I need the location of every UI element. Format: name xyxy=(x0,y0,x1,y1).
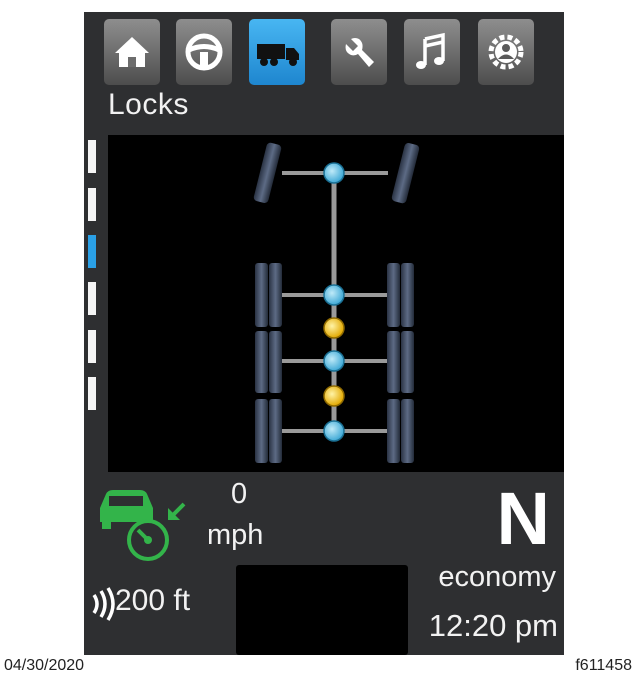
steer-lock-indicator xyxy=(323,162,345,184)
steering-wheel-icon xyxy=(176,19,232,85)
page-indicator-5 xyxy=(88,330,96,363)
driver-profile-gear-icon xyxy=(478,19,534,85)
distance-sensor-icon xyxy=(92,587,115,621)
clock: 12:20 pm xyxy=(428,608,558,643)
inter-axle-1-lock-indicator xyxy=(323,317,345,339)
front-right-tire xyxy=(391,143,420,204)
speed-unit: mph xyxy=(207,519,264,551)
page-indicator-4 xyxy=(88,282,96,315)
music-note-icon xyxy=(404,19,460,85)
inter-axle-2-lock-indicator xyxy=(323,385,345,407)
axle-2-lock-indicator xyxy=(323,350,345,372)
truck-icon xyxy=(249,19,305,85)
front-left-tire xyxy=(253,142,282,203)
page-indicator-3 xyxy=(88,235,96,268)
axle-3-lock-indicator xyxy=(323,420,345,442)
page-indicator-1 xyxy=(88,140,96,173)
footer-date: 04/30/2020 xyxy=(4,657,85,674)
following-distance: 200 ft xyxy=(115,584,191,617)
figure-id: f611458 xyxy=(575,657,632,674)
tab-media[interactable] xyxy=(404,19,460,85)
page-indicator-6 xyxy=(88,377,96,410)
tab-settings[interactable] xyxy=(478,19,534,85)
gear-indicator: N xyxy=(496,477,550,560)
adaptive-cruise-icon xyxy=(100,490,186,561)
instrument-display: Locks 0 mph N economy 12:20 pm 200 ft xyxy=(84,12,564,655)
speed-value: 0 xyxy=(231,478,248,510)
drive-mode: economy xyxy=(438,561,556,593)
wrench-icon xyxy=(331,19,387,85)
axle-1-lock-indicator xyxy=(323,284,345,306)
page-indicator-2 xyxy=(88,188,96,221)
message-area xyxy=(236,565,408,655)
axle-lock-diagram xyxy=(108,135,564,472)
home-icon xyxy=(104,19,160,85)
tab-home[interactable] xyxy=(104,19,160,85)
tab-service[interactable] xyxy=(331,19,387,85)
screen-title: Locks xyxy=(108,88,189,121)
tab-steering[interactable] xyxy=(176,19,232,85)
tab-vehicle[interactable] xyxy=(249,19,305,85)
